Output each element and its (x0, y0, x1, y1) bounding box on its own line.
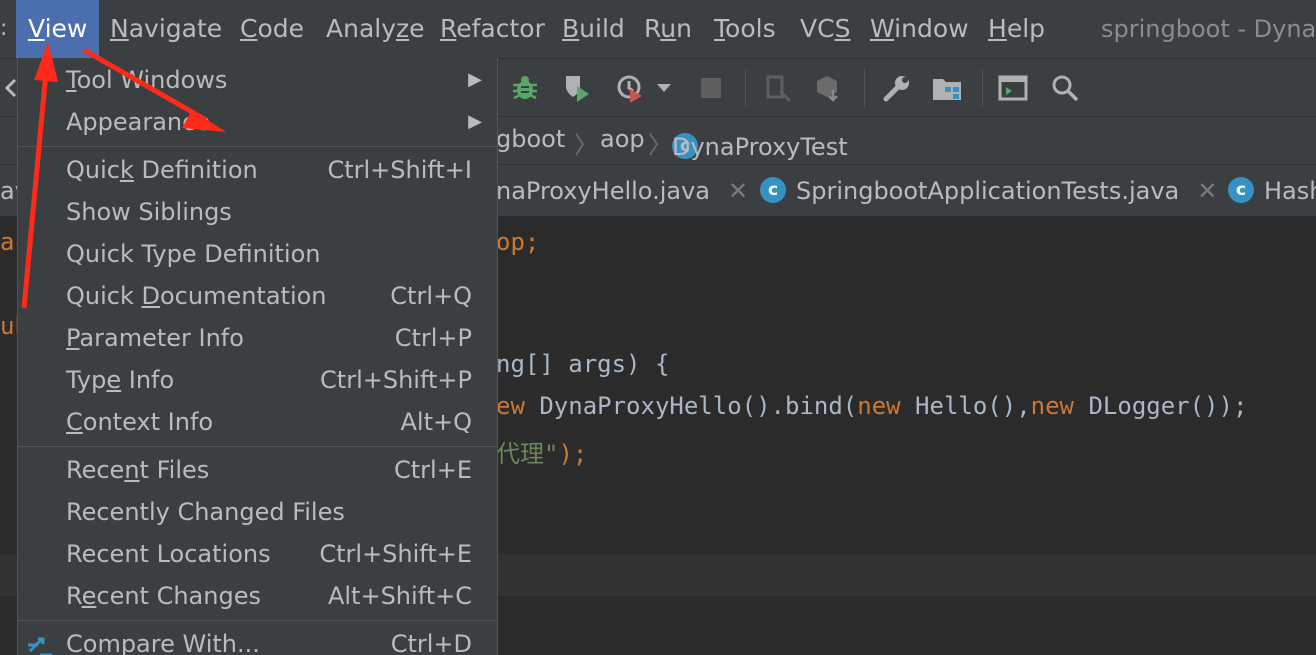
tab-dynaproxyhello[interactable]: naProxyHello.java ✕ (496, 165, 748, 217)
menu-item-context-info[interactable]: Context Info Alt+Q (18, 401, 497, 443)
menu-item-quick-documentation[interactable]: Quick Documentation Ctrl+Q (18, 275, 497, 317)
view-menu-dropdown: Tool Windows ▶ Appearance ▶ Quick Defini… (17, 58, 498, 655)
menu-vcs[interactable]: VCS (800, 0, 850, 58)
tab-hash[interactable]: cHash (1228, 165, 1316, 217)
shortcut-label: Ctrl+P (394, 324, 472, 352)
breadcrumb-item[interactable]: gboot (496, 125, 565, 153)
menu-item-appearance[interactable]: Appearance ▶ (18, 101, 497, 143)
profiler-icon[interactable] (614, 71, 648, 105)
class-icon: c (1228, 177, 1254, 203)
submenu-arrow-icon: ▶ (468, 111, 482, 132)
shortcut-label: Alt+Shift+C (327, 582, 472, 610)
menu-item-recently-changed-files[interactable]: Recently Changed Files (18, 491, 497, 533)
attach-debugger-icon[interactable] (762, 71, 796, 105)
breadcrumb-item[interactable]: aop (600, 125, 645, 153)
shortcut-label: Alt+Q (400, 408, 473, 436)
menu-code[interactable]: Code (240, 0, 304, 58)
menu-item-recent-locations[interactable]: Recent Locations Ctrl+Shift+E (18, 533, 497, 575)
menu-navigate[interactable]: Navigate (110, 0, 222, 58)
terminal-window-icon[interactable] (996, 71, 1030, 105)
menu-bar: : View Navigate Code Analyze Refactor Bu… (0, 0, 1316, 58)
menu-item-quick-definition[interactable]: Quick Definition Ctrl+Shift+I (18, 149, 497, 191)
shortcut-label: Ctrl+Shift+I (327, 156, 472, 184)
debug-icon[interactable] (508, 71, 542, 105)
settings-wrench-icon[interactable] (880, 71, 914, 105)
menu-item-recent-changes[interactable]: Recent Changes Alt+Shift+C (18, 575, 497, 617)
close-icon[interactable]: ✕ (728, 177, 748, 205)
chevron-down-icon[interactable] (652, 71, 676, 105)
shortcut-label: Ctrl+Q (390, 282, 472, 310)
window-title: springboot - DynaP (1101, 15, 1316, 43)
shortcut-label: Ctrl+Shift+E (319, 540, 472, 568)
class-icon: c (760, 177, 786, 203)
menu-run[interactable]: Run (644, 0, 692, 58)
menu-refactor[interactable]: Refactor (440, 0, 545, 58)
build-artifacts-icon[interactable] (812, 71, 846, 105)
code-line-proxy: ew DynaProxyHello().bind(new Hello(),new… (496, 392, 1248, 420)
search-icon[interactable] (1048, 71, 1082, 105)
menu-analyze[interactable]: Analyze (326, 0, 425, 58)
menu-help[interactable]: Help (988, 0, 1045, 58)
stop-icon[interactable] (694, 71, 728, 105)
code-line-package: op; (496, 228, 540, 256)
compare-icon (26, 631, 56, 655)
shortcut-label: Ctrl+Shift+P (320, 366, 472, 394)
menu-item-recent-files[interactable]: Recent Files Ctrl+E (18, 449, 497, 491)
code-line-print: 代理"); (496, 440, 588, 468)
menu-build[interactable]: Build (562, 0, 625, 58)
shortcut-label: Ctrl+E (394, 456, 472, 484)
menu-window[interactable]: Window (870, 0, 969, 58)
shortcut-label: Ctrl+D (390, 630, 472, 655)
submenu-arrow-icon: ▶ (468, 69, 482, 90)
menu-tools[interactable]: Tools (714, 0, 776, 58)
menu-item-show-siblings[interactable]: Show Siblings (18, 191, 497, 233)
menu-view[interactable]: View (16, 0, 100, 58)
close-icon[interactable]: ✕ (1197, 177, 1217, 205)
menu-item-compare-with[interactable]: Compare With... Ctrl+D (18, 623, 497, 655)
code-line-main: ng[] args) { (496, 350, 670, 378)
run-with-coverage-icon[interactable] (560, 71, 594, 105)
chevron-right-icon: 〉 (574, 131, 598, 159)
menu-item-parameter-info[interactable]: Parameter Info Ctrl+P (18, 317, 497, 359)
menu-item-type-info[interactable]: Type Info Ctrl+Shift+P (18, 359, 497, 401)
menu-item-tool-windows[interactable]: Tool Windows ▶ (18, 59, 497, 101)
project-structure-icon[interactable] (930, 71, 964, 105)
tab-springbootapplicationtests[interactable]: c SpringbootApplicationTests.java ✕ (760, 165, 1217, 217)
menu-item-quick-type-definition[interactable]: Quick Type Definition (18, 233, 497, 275)
chevron-right-icon: 〉 (648, 131, 672, 159)
